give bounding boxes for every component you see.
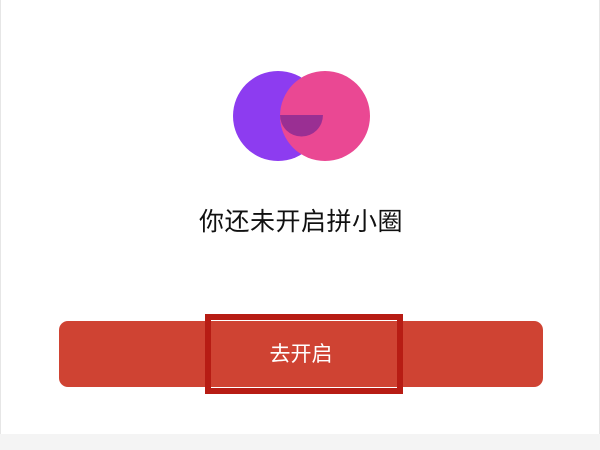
empty-state-card: 你还未开启拼小圈 去开启 [0,0,600,434]
pinxiaoquan-logo-icon [233,71,370,161]
empty-state-title: 你还未开启拼小圈 [198,207,403,236]
open-pinxiaoquan-button[interactable] [59,321,543,387]
